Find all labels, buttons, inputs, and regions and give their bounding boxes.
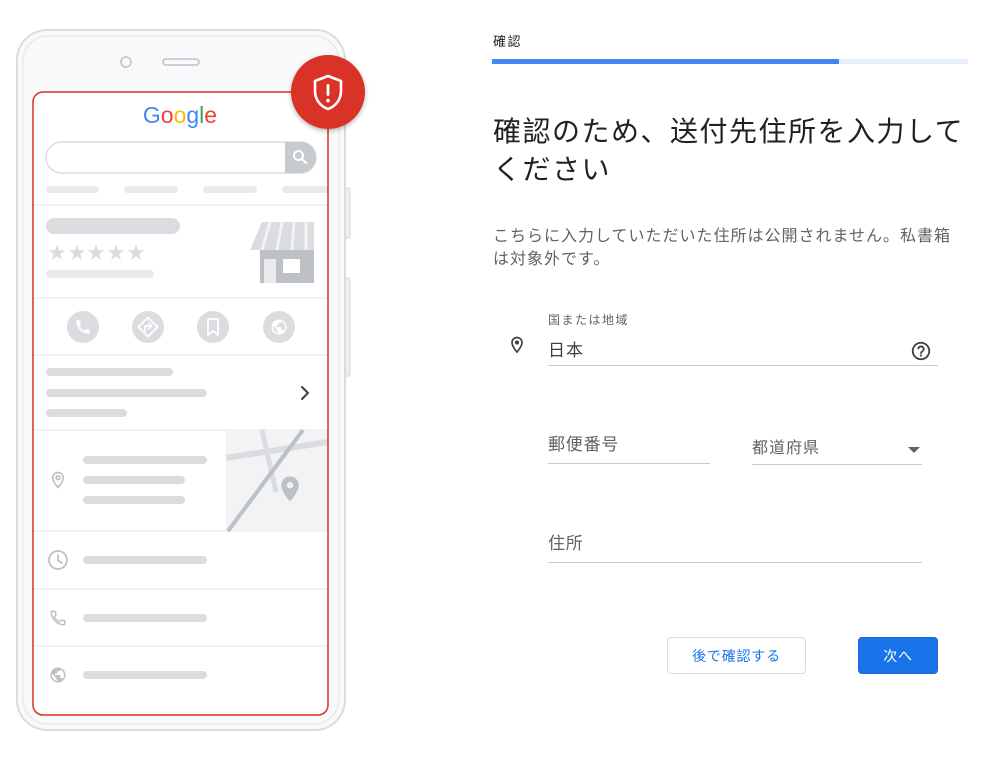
location-pin-dot: [514, 340, 520, 345]
awning-stripe: [290, 221, 296, 251]
exclamation-dot: [326, 98, 330, 103]
logo-letter: g: [186, 102, 199, 128]
exclamation-bar: [326, 84, 330, 96]
text-placeholder-line: [83, 671, 207, 679]
nav-tab-placeholder: [46, 186, 99, 193]
store-window: [283, 259, 300, 273]
postal-code-underline: [548, 463, 710, 464]
help-circle-shape: [911, 341, 931, 361]
postal-code-input[interactable]: [548, 430, 710, 460]
text-placeholder-line: [46, 409, 127, 417]
page-description: こちらに入力していただいた住所は公開されません。私書箱 は対象外です。: [493, 225, 968, 271]
page-title: 確認のため、送付先住所を入力して ください: [493, 113, 973, 189]
page-description-line: こちらに入力していただいた住所は公開されません。私書箱: [493, 228, 952, 245]
prefecture-placeholder: 都道府県: [752, 440, 821, 457]
next-button[interactable]: 次へ: [858, 637, 938, 674]
text-placeholder-line: [46, 389, 207, 397]
logo-letter: o: [161, 102, 174, 128]
map-thumbnail: [225, 428, 328, 533]
search-button: [285, 142, 316, 173]
country-select[interactable]: 日本: [548, 340, 584, 362]
page-title-line: 確認のため、送付先住所を入力して: [493, 116, 965, 147]
google-logo: Google: [143, 102, 217, 128]
address-underline: [548, 562, 922, 563]
nav-tab-placeholder: [124, 186, 178, 193]
text-placeholder-line: [83, 556, 207, 564]
verify-later-button[interactable]: 後で確認する: [667, 637, 806, 674]
progress-fill: [492, 59, 840, 64]
action-button-bg: [132, 311, 164, 343]
step-label: 確認: [493, 34, 523, 49]
text-placeholder-line: [46, 270, 154, 278]
search-bar: [45, 141, 317, 174]
action-button-bg: [197, 311, 229, 343]
country-field-underline: [548, 365, 938, 366]
country-label: 国または地域: [548, 313, 630, 327]
store-door: [264, 259, 276, 283]
logo-letter: G: [143, 102, 161, 128]
text-placeholder-line: [46, 368, 173, 376]
address-input[interactable]: [548, 529, 922, 559]
text-placeholder-line: [83, 476, 185, 484]
text-placeholder-line: [83, 456, 207, 464]
prefecture-underline: [752, 464, 922, 465]
text-placeholder-line: [83, 614, 207, 622]
help-circle-icon[interactable]: [910, 340, 932, 362]
business-name-placeholder: [46, 218, 180, 234]
nav-tab-placeholder: [203, 186, 257, 193]
action-button-bg: [67, 311, 99, 343]
logo-letter: e: [204, 102, 217, 128]
location-pin-icon: [511, 336, 523, 354]
dropdown-arrow-icon: [908, 447, 920, 453]
text-placeholder-line: [83, 496, 185, 504]
page-title-line: ください: [493, 154, 612, 185]
prefecture-select[interactable]: 都道府県: [752, 434, 922, 464]
location-pin-outline: [511, 336, 523, 354]
progress-bar: [492, 59, 968, 64]
page-description-line: は対象外です。: [493, 251, 611, 268]
map-pin-dot: [286, 482, 294, 489]
logo-letter: o: [174, 102, 187, 128]
dropdown-arrow-shape: [908, 447, 920, 453]
phone-illustration: Google: [16, 29, 365, 731]
